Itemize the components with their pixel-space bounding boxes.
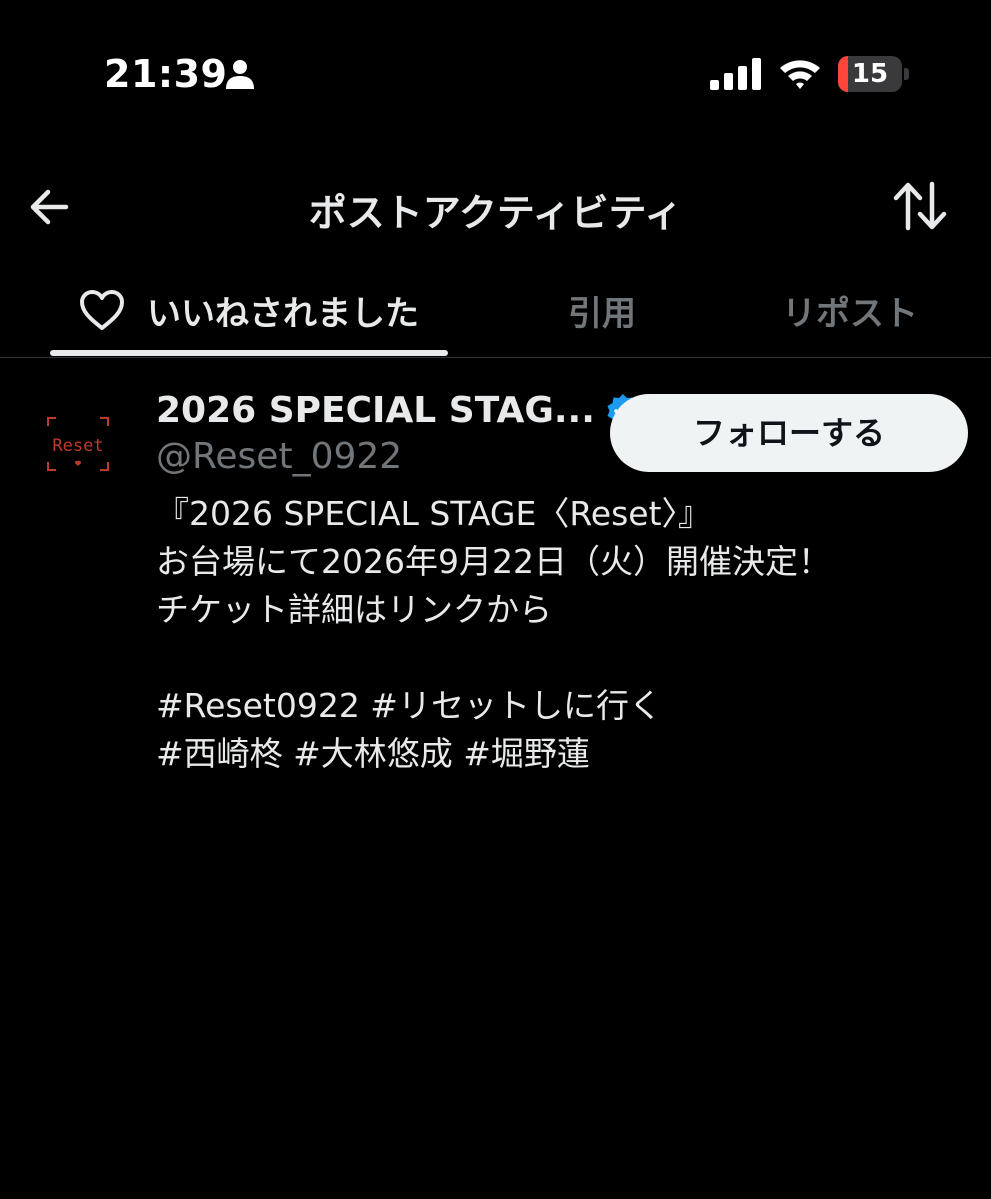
display-name-row: 2026 SPECIAL STAG... [156,390,641,431]
svg-text:Reset: Reset [52,436,103,456]
header: ポストアクティビティ [0,160,991,252]
user-list-item[interactable]: Reset 2026 SPECIAL STAG... @Reset_0922 フ… [0,380,991,820]
tab-liked[interactable]: いいねされました [50,262,448,358]
tab-bar: いいねされました 引用 リポスト [0,262,991,358]
sort-arrows-icon[interactable] [892,180,948,232]
battery-body: 15 [838,56,902,92]
avatar[interactable]: Reset [38,404,118,484]
display-name[interactable]: 2026 SPECIAL STAG... [156,390,595,431]
tab-quotes[interactable]: 引用 [500,262,704,358]
heart-icon [80,290,124,330]
follow-button[interactable]: フォローする [610,394,968,472]
tab-reposts[interactable]: リポスト [748,262,952,358]
user-handle[interactable]: @Reset_0922 [156,436,402,477]
person-icon [226,60,254,89]
reset-logo-icon: Reset [47,417,109,471]
tab-reposts-label: リポスト [782,293,918,334]
battery-icon: 15 [838,56,910,92]
signal-icon [710,58,761,90]
battery-tip [904,68,909,80]
status-time: 21:39 [104,52,228,96]
tab-quotes-label: 引用 [568,293,636,334]
tab-liked-label: いいねされました [147,293,419,334]
page-title: ポストアクティビティ [308,191,683,235]
battery-level: 15 [851,59,889,89]
wifi-icon [780,60,820,89]
active-tab-indicator [50,350,448,356]
status-bar: 21:39 15 [0,0,991,150]
user-bio: 『2026 SPECIAL STAGE〈Reset〉』 お台場にて2026年9月… [156,494,831,773]
